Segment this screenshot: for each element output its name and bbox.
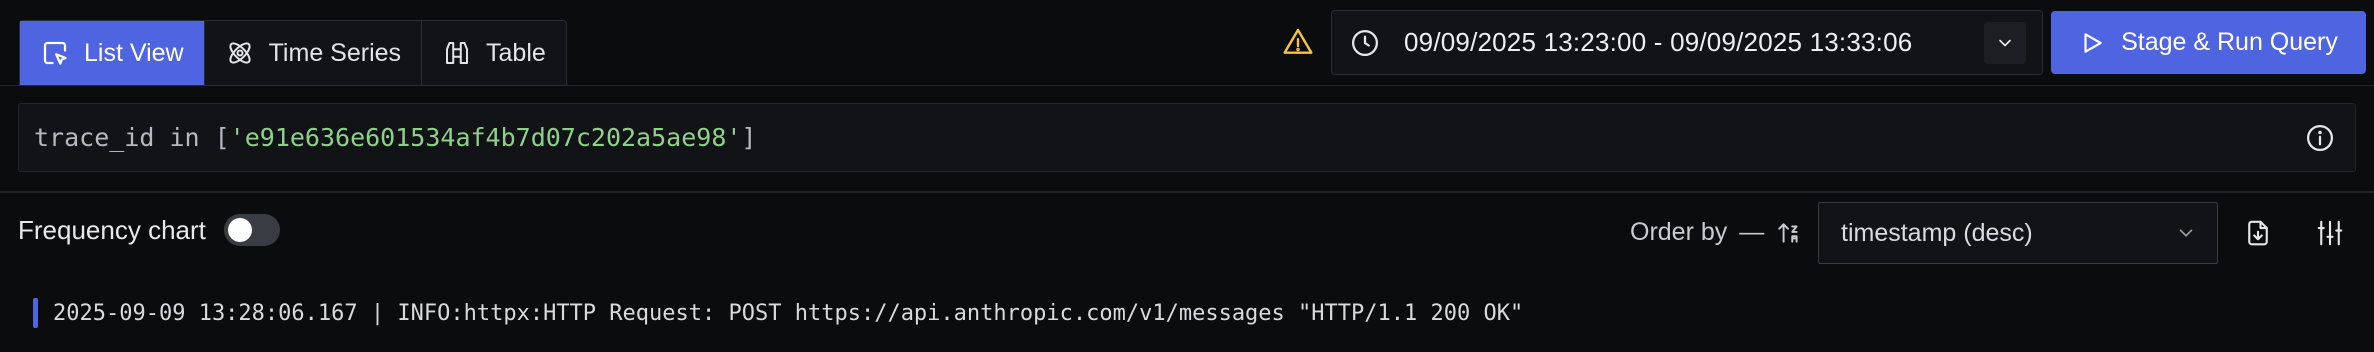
query-editor[interactable]: trace_id in ['e91e636e601534af4b7d07c202… bbox=[18, 103, 2356, 172]
time-series-icon bbox=[229, 42, 251, 64]
query-text[interactable]: trace_id in ['e91e636e601534af4b7d07c202… bbox=[34, 123, 2305, 152]
log-row[interactable]: 2025-09-09 13:28:06.167 | INFO:httpx:HTT… bbox=[0, 290, 2374, 336]
tab-time-series-label: Time Series bbox=[268, 38, 402, 67]
divider bbox=[0, 191, 2374, 193]
warning-icon[interactable] bbox=[1282, 26, 1314, 58]
log-level-indicator bbox=[33, 298, 38, 328]
query-value: 'e91e636e601534af4b7d07c202a5ae98' bbox=[229, 123, 742, 152]
run-button-label: Stage & Run Query bbox=[2121, 28, 2338, 56]
column-settings-icon[interactable] bbox=[2315, 218, 2345, 248]
chevron-down-icon bbox=[1999, 39, 2011, 46]
tab-list-view[interactable]: List View bbox=[20, 21, 205, 85]
tab-table[interactable]: Table bbox=[422, 21, 566, 85]
order-by-select[interactable]: timestamp (desc) bbox=[1818, 202, 2218, 264]
time-range-text: 09/09/2025 13:23:00 - 09/09/2025 13:33:0… bbox=[1404, 27, 1913, 57]
download-icon[interactable] bbox=[2243, 218, 2273, 248]
frequency-chart-toggle[interactable] bbox=[223, 214, 280, 246]
toggle-knob bbox=[227, 218, 252, 242]
frequency-chart-label: Frequency chart bbox=[18, 214, 206, 245]
tab-list-view-label: List View bbox=[84, 38, 184, 67]
time-range-picker[interactable]: 09/09/2025 13:23:00 - 09/09/2025 13:33:0… bbox=[1331, 10, 2043, 75]
order-by-dash: — bbox=[1739, 218, 1765, 246]
info-icon[interactable] bbox=[2305, 123, 2335, 153]
table-icon bbox=[446, 42, 469, 64]
tab-time-series[interactable]: Time Series bbox=[205, 21, 423, 85]
chevron-down-icon bbox=[2179, 229, 2193, 237]
order-by-label: Order by bbox=[1630, 218, 1728, 246]
log-message: 2025-09-09 13:28:06.167 | INFO:httpx:HTT… bbox=[53, 300, 1524, 326]
query-prefix: trace_id in [ bbox=[34, 123, 230, 152]
clock-icon bbox=[1352, 29, 1378, 56]
order-by-control: Order by — bbox=[1630, 218, 1802, 247]
sort-direction-icon[interactable] bbox=[1776, 220, 1802, 246]
stage-run-query-button[interactable]: Stage & Run Query bbox=[2051, 11, 2366, 74]
query-suffix: ] bbox=[741, 123, 757, 152]
order-by-value: timestamp (desc) bbox=[1841, 218, 2033, 247]
tab-table-label: Table bbox=[486, 38, 546, 67]
view-tabs: List View Time Series Table bbox=[19, 20, 567, 86]
time-range-dropdown[interactable] bbox=[1984, 21, 2026, 64]
list-view-icon bbox=[43, 41, 67, 65]
play-icon bbox=[2084, 32, 2102, 53]
frequency-chart-control: Frequency chart bbox=[18, 214, 280, 246]
